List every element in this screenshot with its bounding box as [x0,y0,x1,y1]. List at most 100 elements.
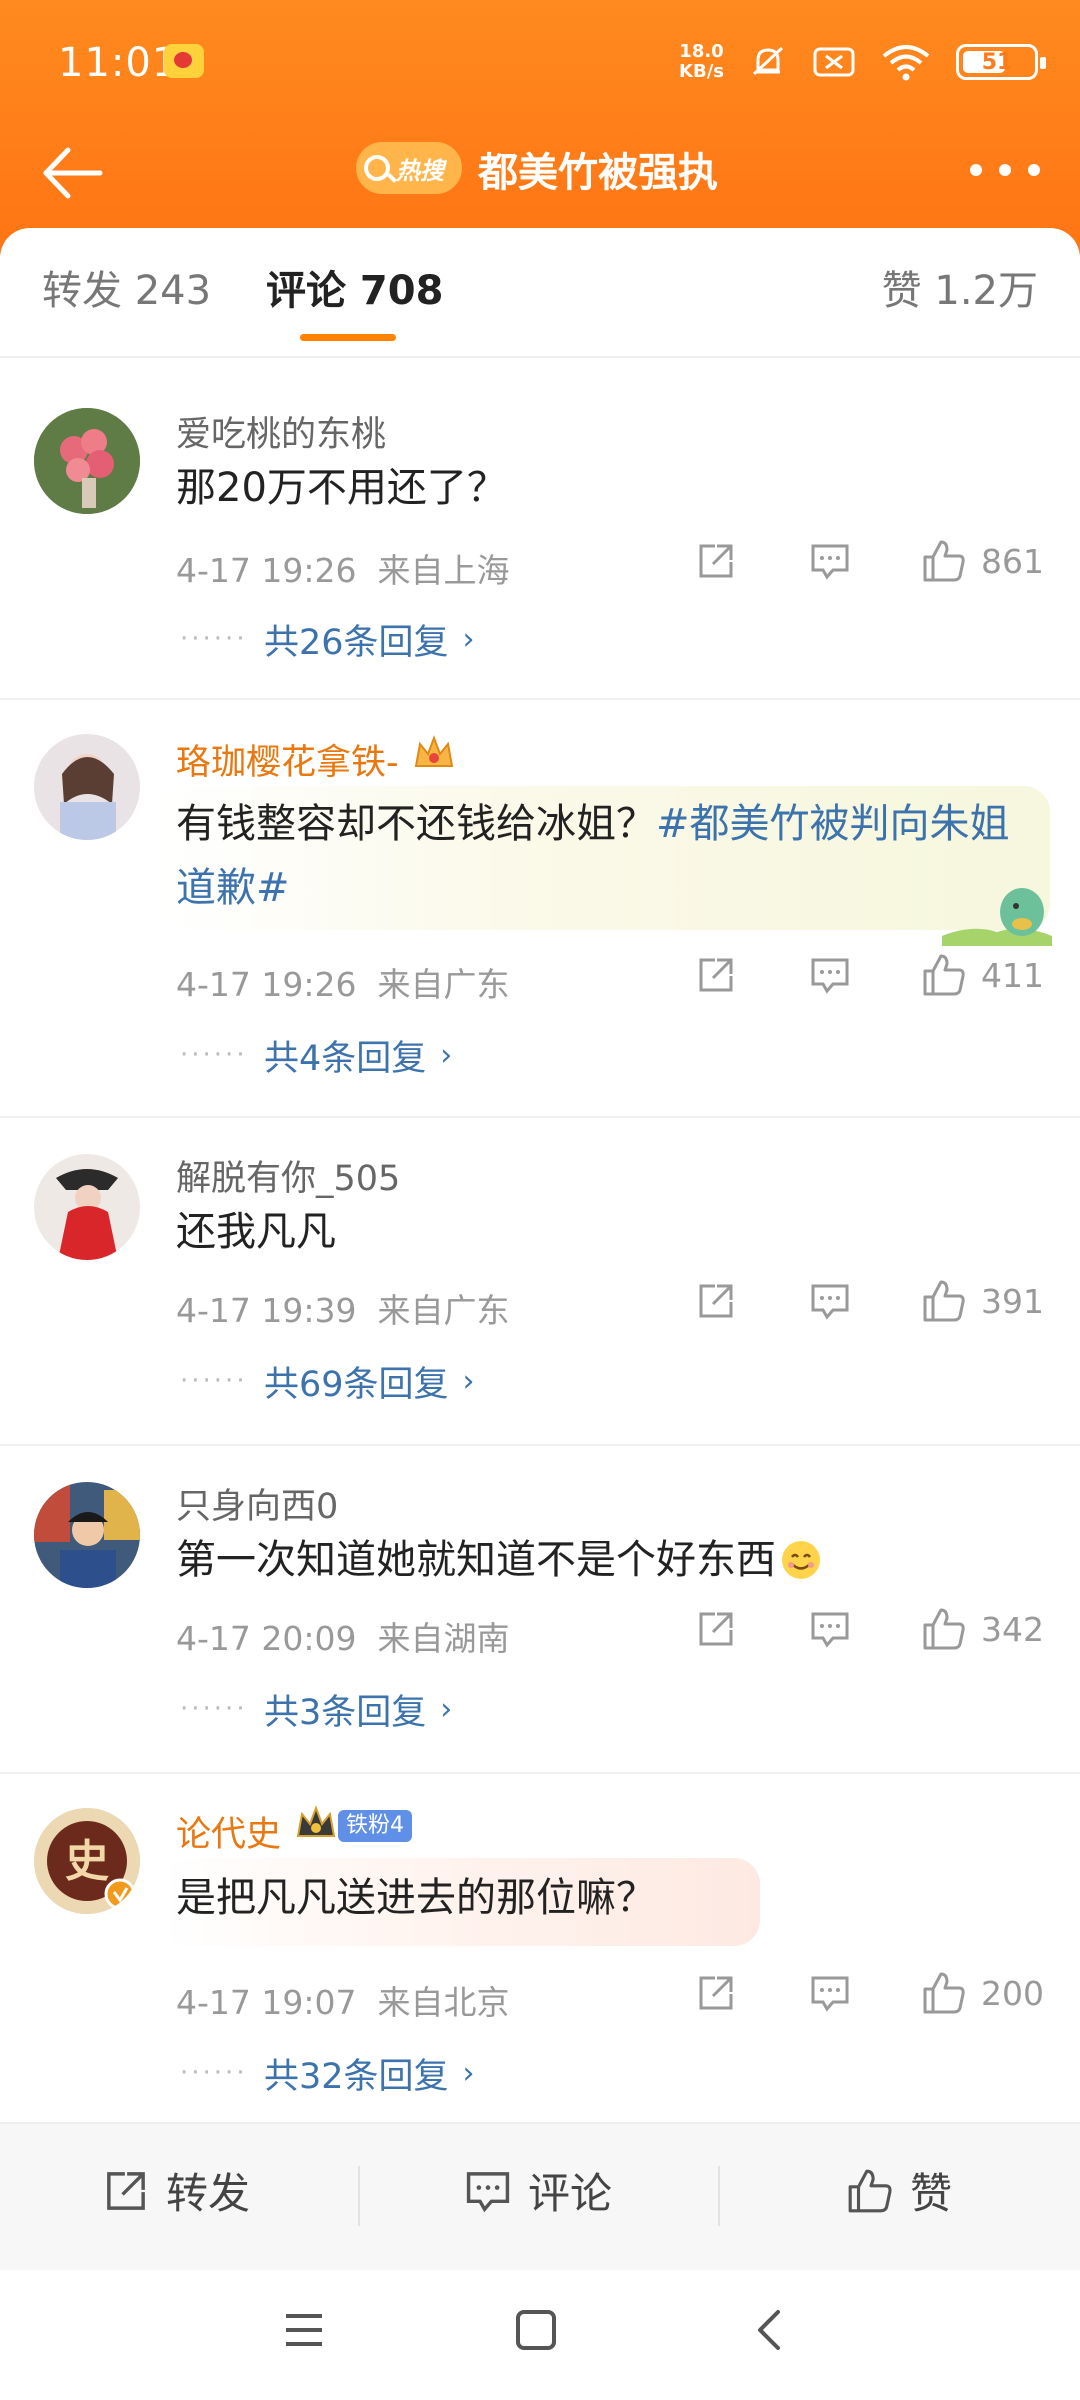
status-time: 11:01 [58,40,179,86]
battery-level: 51 [981,49,1013,75]
comment-username[interactable]: 解脱有你_505 [176,1150,400,1201]
share-button[interactable] [695,954,737,996]
reply-button[interactable] [809,1972,851,2014]
comment-username[interactable]: 论代史 [176,1806,281,1857]
comment-text: 第一次知道她就知道不是个好东西 [176,1528,1036,1592]
dinosaur-decoration-icon [942,888,1052,946]
comment-text-body: 第一次知道她就知道不是个好东西 [176,1537,776,1583]
share-button[interactable] [695,540,737,582]
reply-count: 共26条回复 [264,623,449,663]
smile-emoji-icon [782,1541,820,1579]
view-replies-link[interactable]: 共26条回复 › [264,614,475,665]
comment-time: 4-17 19:39 [176,1291,357,1330]
search-icon [364,155,390,181]
more-options-icon[interactable] [970,140,1040,200]
thumbs-up-icon [848,2169,892,2212]
avatar[interactable] [34,1482,140,1588]
comment-meta: 4-17 20:09 来自湖南 [176,1612,509,1660]
hot-search-label: 热搜 [396,156,444,185]
sim-disabled-icon [813,47,855,77]
hot-search-badge[interactable]: 热搜 [356,142,462,194]
repost-button[interactable]: 转发 [102,2160,250,2221]
avatar[interactable] [34,408,140,514]
avatar[interactable]: 史 [34,1808,140,1914]
comment-time: 4-17 19:07 [176,1983,357,2022]
network-speed-value: 18.0 [679,41,724,62]
view-replies-link[interactable]: 共32条回复 › [264,2048,475,2099]
share-icon [699,1612,733,1646]
tab-bar: 转发 243 评论 708 赞 1.2万 [0,228,1080,358]
like-count: 861 [981,541,1044,581]
system-nav-bar [0,2270,1080,2400]
chevron-right-icon: › [462,622,475,657]
reply-dots: ······ [180,1040,248,1070]
view-replies-link[interactable]: 共69条回复 › [264,1356,475,1407]
like-button[interactable]: 赞 [846,2160,952,2221]
comment-button[interactable]: 评论 [464,2160,612,2221]
reply-dots: ······ [180,1694,248,1724]
view-replies-link[interactable]: 共4条回复 › [264,1030,452,1081]
share-button[interactable] [695,1608,737,1650]
tab-like[interactable]: 赞 1.2万 [882,258,1038,316]
reply-dots: ······ [180,2058,248,2088]
fan-badge: 铁粉4 [338,1810,412,1842]
share-icon [107,2171,145,2210]
thumbs-up-icon [923,1608,965,1650]
back-icon[interactable] [748,2308,792,2352]
comment-meta: 4-17 19:07 来自北京 [176,1976,509,2024]
avatar-char: 史 [65,1836,109,1887]
chevron-right-icon: › [462,2056,475,2091]
divider [718,2166,720,2226]
like-button[interactable]: 200 [921,1970,1044,2016]
weibo-notification-icon [164,44,204,78]
comment-text: 是把凡凡送进去的那位嘛？ [176,1875,656,1921]
comment-location: 来自广东 [377,965,510,1004]
share-icon [699,1284,733,1318]
like-button[interactable]: 342 [921,1606,1044,1652]
back-arrow-icon[interactable] [40,138,110,208]
like-button[interactable]: 861 [921,538,1044,584]
comment-item: 珞珈樱花拿铁- 有钱整容却不还钱给冰姐？#都美竹被判向朱姐道歉# 4-17 19… [0,700,1080,1118]
comment-list: 爱吃桃的东桃 那20万不用还了？ 4-17 19:26 来自上海 861 ···… [0,372,1080,2130]
reply-button[interactable] [809,1608,851,1650]
comment-username[interactable]: 珞珈樱花拿铁- [176,734,399,785]
home-icon[interactable] [514,2308,558,2352]
share-button[interactable] [695,1972,737,2014]
share-button[interactable] [695,1280,737,1322]
menu-icon[interactable] [282,2308,326,2352]
bottom-action-bar: 转发 评论 赞 [0,2122,1080,2270]
comment-username[interactable]: 只身向西0 [176,1478,338,1529]
comment-icon [811,958,849,994]
reply-button[interactable] [809,540,851,582]
network-speed: 18.0 KB/s [679,42,724,82]
like-count: 342 [981,1609,1044,1649]
avatar[interactable] [34,734,140,840]
header: 11:01 18.0 KB/s 51 热搜 都美竹被强执 [0,0,1080,260]
comment-actions: 861 [695,538,1044,584]
comment-location: 来自广东 [377,1291,510,1330]
wifi-icon [882,45,930,81]
avatar[interactable] [34,1154,140,1260]
vip-crown-icon [414,735,454,767]
like-count: 411 [981,955,1044,995]
tab-comment[interactable]: 评论 708 [266,258,443,316]
comment-item: 爱吃桃的东桃 那20万不用还了？ 4-17 19:26 来自上海 861 ···… [0,372,1080,700]
status-icons: 18.0 KB/s 51 [679,38,1046,86]
comment-username[interactable]: 爱吃桃的东桃 [176,406,386,457]
comment-location: 来自上海 [377,551,510,590]
chevron-right-icon: › [440,1038,453,1073]
reply-button[interactable] [809,1280,851,1322]
reply-button[interactable] [809,954,851,996]
view-replies-link[interactable]: 共3条回复 › [264,1684,452,1735]
comment-location: 来自北京 [377,1983,510,2022]
reply-dots: ······ [180,624,248,654]
share-icon [699,544,733,578]
comment-time: 4-17 19:26 [176,551,357,590]
like-button[interactable]: 391 [921,1278,1044,1324]
like-button[interactable]: 411 [921,952,1044,998]
like-count: 391 [981,1281,1044,1321]
comment-time: 4-17 20:09 [176,1619,357,1658]
comment-icon [811,1612,849,1648]
tab-repost[interactable]: 转发 243 [42,258,211,316]
thumbs-up-icon [923,954,965,996]
